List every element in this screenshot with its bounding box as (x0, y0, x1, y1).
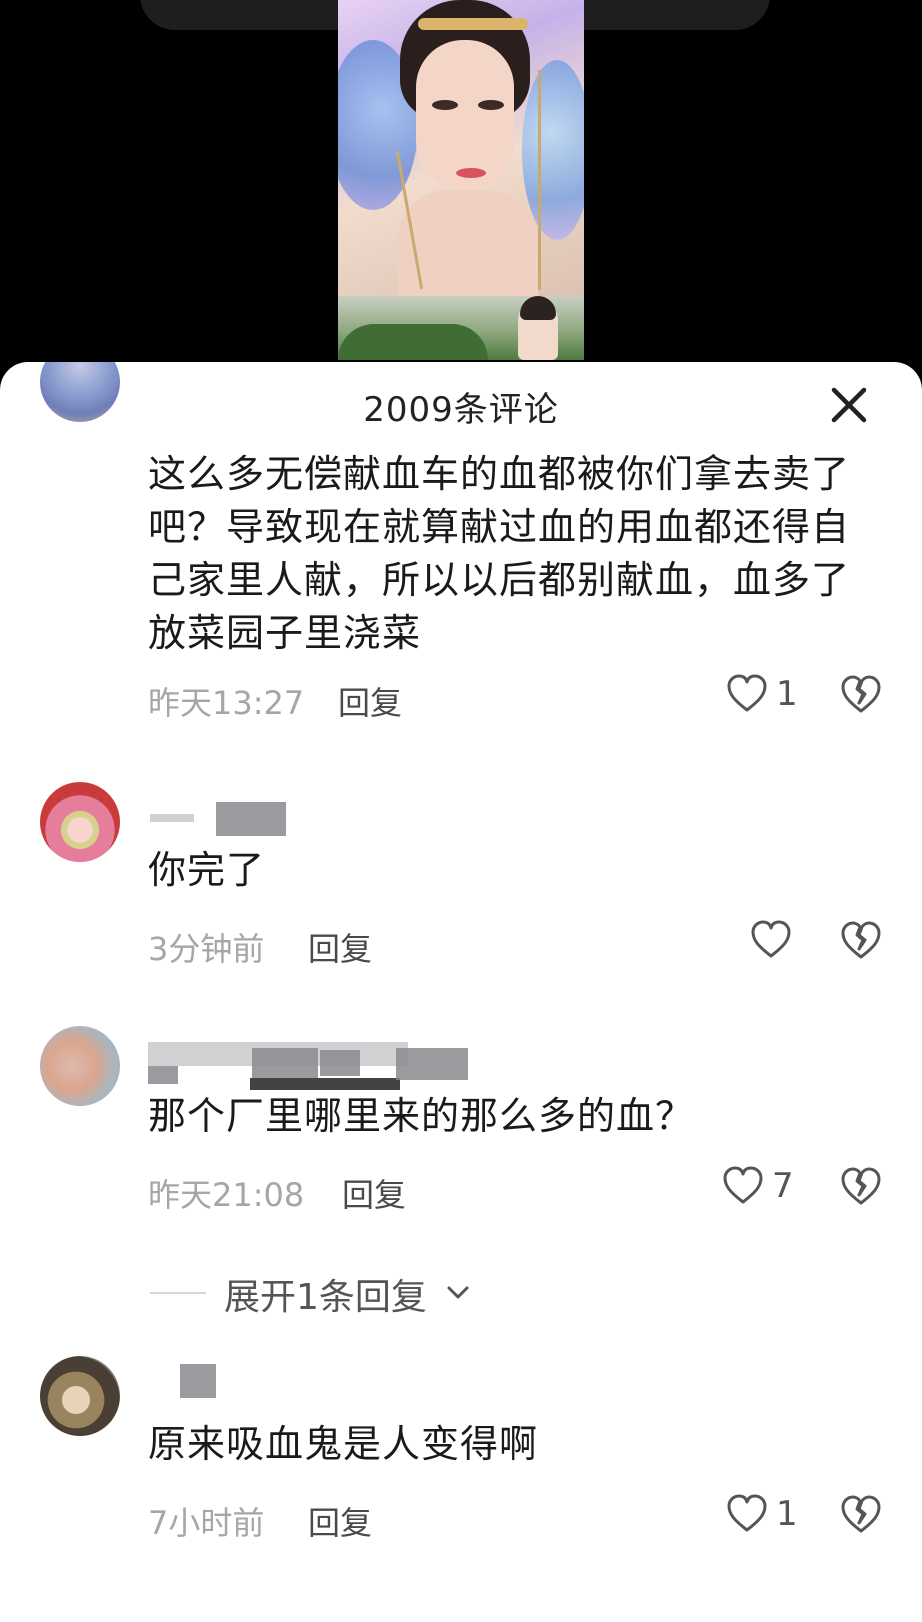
close-icon (831, 387, 867, 423)
dislike-button[interactable] (840, 674, 882, 716)
broken-heart-icon (841, 1495, 881, 1533)
comment-time: 昨天13:27 (148, 684, 305, 722)
like-button[interactable] (726, 1494, 768, 1538)
reply-button[interactable]: 回复 (342, 1170, 406, 1216)
avatar[interactable] (40, 1026, 120, 1106)
comment-text: 这么多无偿献血车的血都被你们拿去卖了吧？导致现在就算献过血的用血都还得自己家里人… (148, 452, 851, 655)
heart-icon (751, 920, 791, 958)
comment-count-title: 2009条评论 (363, 390, 559, 430)
reply-button[interactable]: 回复 (308, 1498, 372, 1544)
redacted-username (320, 1050, 360, 1076)
heart-icon (727, 674, 767, 712)
redacted-username (396, 1048, 468, 1080)
avatar[interactable] (40, 1356, 120, 1436)
redacted-username (180, 1364, 216, 1398)
redacted-username (148, 1066, 178, 1084)
chevron-down-icon (447, 1286, 469, 1299)
dislike-button[interactable] (840, 920, 882, 962)
like-count: 1 (776, 674, 798, 714)
broken-heart-icon (841, 921, 881, 959)
reply-button[interactable]: 回复 (308, 924, 372, 970)
dislike-button[interactable] (840, 1166, 882, 1208)
broken-heart-icon (841, 675, 881, 713)
like-button[interactable] (726, 674, 768, 718)
comment-panel: 2009条评论 这么多无偿献血车的血都被你们拿去卖了吧？导致现在就算献过血的用血… (0, 362, 922, 1622)
redacted-username (252, 1048, 318, 1078)
redacted-username (250, 1078, 400, 1090)
video-portrait-image (338, 0, 584, 296)
comment-text: 原来吸血鬼是人变得啊 (148, 1422, 539, 1466)
dislike-button[interactable] (840, 1494, 882, 1536)
comment-text: 你完了 (148, 848, 266, 892)
comment-time: 7小时前 (148, 1504, 265, 1542)
broken-heart-icon (841, 1167, 881, 1205)
video-thumbnail-strip (338, 296, 584, 360)
comment-time: 3分钟前 (148, 930, 265, 968)
avatar[interactable] (40, 782, 120, 862)
like-button[interactable] (750, 920, 792, 964)
redacted-username (216, 802, 286, 836)
divider-line (150, 1292, 206, 1294)
comment-time: 昨天21:08 (148, 1176, 305, 1214)
reply-button[interactable]: 回复 (338, 678, 402, 724)
close-button[interactable] (826, 382, 872, 428)
like-count: 1 (776, 1494, 798, 1534)
comment-text: 那个厂里哪里来的那么多的血？ (148, 1094, 695, 1138)
heart-icon (727, 1494, 767, 1532)
heart-icon (723, 1166, 763, 1204)
like-count: 7 (772, 1166, 794, 1206)
expand-replies-label: 展开1条回复 (224, 1277, 427, 1318)
like-button[interactable] (722, 1166, 764, 1210)
video-area[interactable] (0, 0, 922, 380)
redacted-username (150, 814, 194, 822)
